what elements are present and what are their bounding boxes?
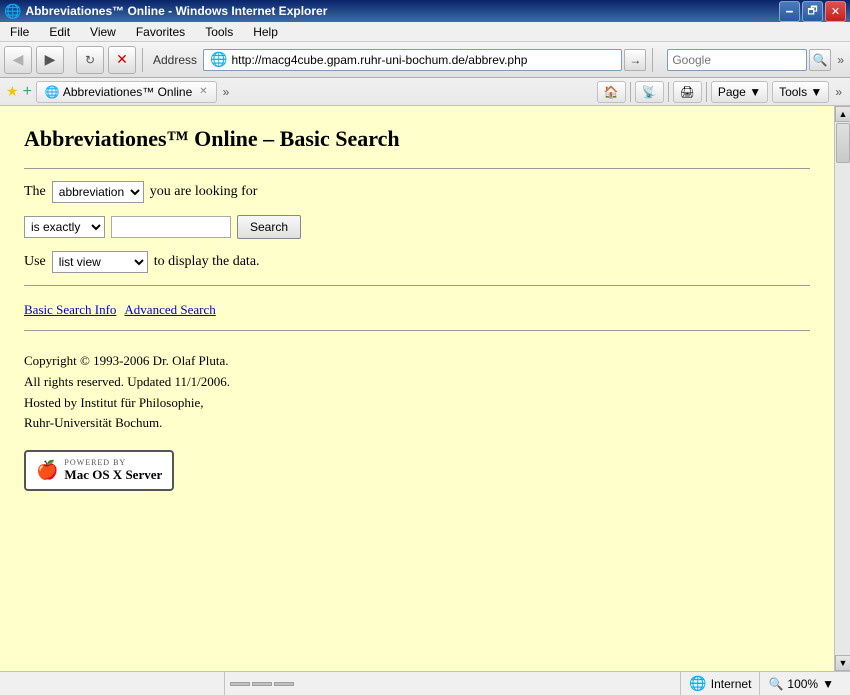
toolbar: ◀ ▶ ↻ ✕ Address 🌐 http://macg4cube.gpam.…: [0, 42, 850, 78]
zoom-icon: 🔍: [768, 677, 783, 691]
favorites-add-icon[interactable]: +: [23, 83, 32, 101]
copyright-line3: Hosted by Institut für Philosophie,: [24, 393, 810, 414]
powered-by-label: POWERED BY: [64, 458, 162, 467]
copyright-section: Copyright © 1993-2006 Dr. Olaf Pluta. Al…: [24, 351, 810, 434]
form-row-3: Use list view table view detailed view t…: [24, 251, 810, 273]
copyright-line1: Copyright © 1993-2006 Dr. Olaf Pluta.: [24, 351, 810, 372]
zone-label: Internet: [711, 677, 752, 691]
tab-favicon: 🌐: [45, 85, 60, 99]
links-row: Basic Search Info Advanced Search: [24, 302, 810, 318]
mac-os-badge: 🍎 POWERED BY Mac OS X Server: [24, 450, 174, 491]
search-button[interactable]: Search: [237, 215, 301, 239]
zoom-section[interactable]: 🔍 100% ▼: [760, 672, 842, 695]
use-label: Use: [24, 254, 46, 270]
toolbar-separator: [142, 48, 143, 72]
menu-bar: File Edit View Favorites Tools Help: [0, 22, 850, 42]
basic-search-info-link[interactable]: Basic Search Info: [24, 302, 116, 318]
rightbar-expand[interactable]: »: [833, 85, 844, 99]
rt-sep3: [706, 82, 707, 102]
page-button[interactable]: Page ▼: [711, 81, 768, 103]
looking-for-label: you are looking for: [150, 184, 258, 200]
scroll-thumb[interactable]: [836, 123, 850, 163]
favorites-star-icon[interactable]: ★: [6, 83, 19, 100]
print-button[interactable]: 🖨: [673, 81, 702, 103]
condition-select[interactable]: is exactly contains starts with ends wit…: [24, 216, 105, 238]
search-group: 🔍: [667, 49, 831, 71]
progress-seg2: [252, 682, 272, 686]
tab-close[interactable]: ✕: [199, 86, 207, 97]
rt-sep1: [630, 82, 631, 102]
menu-file[interactable]: File: [4, 23, 35, 41]
zoom-dropdown-icon: ▼: [822, 677, 834, 691]
tab-label: Abbreviationes™ Online: [63, 85, 192, 99]
address-bar-group: Address 🌐 http://macg4cube.gpam.ruhr-uni…: [149, 48, 646, 72]
menu-favorites[interactable]: Favorites: [130, 23, 191, 41]
menu-tools[interactable]: Tools: [199, 23, 239, 41]
advanced-search-link[interactable]: Advanced Search: [124, 302, 215, 318]
address-bar[interactable]: 🌐 http://macg4cube.gpam.ruhr-uni-bochum.…: [203, 49, 622, 71]
favorites-bar: ★ + 🌐 Abbreviationes™ Online ✕ » 🏠 📡 🖨 P…: [0, 78, 850, 106]
display-suffix: to display the data.: [154, 254, 260, 270]
title-bar: 🌐 Abbreviationes™ Online - Windows Inter…: [0, 0, 850, 22]
window-icon: 🌐: [4, 3, 21, 20]
zoom-value: 100%: [787, 677, 818, 691]
divider-bottom: [24, 330, 810, 331]
the-label: The: [24, 184, 46, 200]
forward-button[interactable]: ▶: [36, 46, 64, 74]
mac-product-label: Mac OS X Server: [64, 467, 162, 482]
go-button[interactable]: →: [624, 49, 646, 71]
toolbar-separator2: [652, 48, 653, 72]
feeds-button[interactable]: 📡: [635, 81, 664, 103]
scroll-down-button[interactable]: ▼: [835, 655, 850, 671]
page-title: Abbreviationes™ Online – Basic Search: [24, 126, 810, 152]
divider-mid: [24, 285, 810, 286]
vertical-scrollbar[interactable]: ▲ ▼: [834, 106, 850, 671]
browser-search-button[interactable]: 🔍: [809, 49, 831, 71]
scroll-up-button[interactable]: ▲: [835, 106, 850, 122]
close-button[interactable]: ✕: [825, 1, 846, 22]
favbar-expand[interactable]: »: [221, 85, 232, 99]
menu-help[interactable]: Help: [247, 23, 284, 41]
display-select[interactable]: list view table view detailed view: [52, 251, 148, 273]
form-row-2: is exactly contains starts with ends wit…: [24, 215, 810, 239]
address-url: http://macg4cube.gpam.ruhr-uni-bochum.de…: [231, 53, 527, 67]
copyright-line4: Ruhr-Universität Bochum.: [24, 413, 810, 434]
apple-logo-icon: 🍎: [36, 460, 58, 481]
zone-icon: 🌐: [689, 675, 706, 692]
scroll-track[interactable]: [835, 122, 850, 655]
home-button[interactable]: 🏠: [597, 81, 626, 103]
content-wrapper: Abbreviationes™ Online – Basic Search Th…: [0, 106, 850, 671]
stop-button[interactable]: ✕: [108, 46, 136, 74]
page-favicon: 🌐: [210, 51, 227, 68]
status-zone-section: 🌐 Internet: [680, 672, 760, 695]
progress-seg3: [274, 682, 294, 686]
form-row-1: The abbreviation expansion source you ar…: [24, 181, 810, 203]
menu-view[interactable]: View: [84, 23, 122, 41]
status-section-main: [8, 672, 225, 695]
page-content: Abbreviationes™ Online – Basic Search Th…: [0, 106, 834, 671]
window-title: Abbreviationes™ Online - Windows Interne…: [25, 4, 775, 18]
search-input[interactable]: [111, 216, 231, 238]
browser-search-input[interactable]: [667, 49, 807, 71]
rt-sep2: [668, 82, 669, 102]
refresh-button[interactable]: ↻: [76, 46, 104, 74]
progress-seg1: [230, 682, 250, 686]
back-button[interactable]: ◀: [4, 46, 32, 74]
field-select[interactable]: abbreviation expansion source: [52, 181, 144, 203]
maximize-button[interactable]: 🗗: [802, 1, 823, 22]
copyright-line2: All rights reserved. Updated 11/1/2006.: [24, 372, 810, 393]
tab-abbreviationes[interactable]: 🌐 Abbreviationes™ Online ✕: [36, 81, 217, 103]
badge-text: POWERED BY Mac OS X Server: [64, 458, 162, 483]
address-label: Address: [149, 53, 201, 67]
toolbar-expand[interactable]: »: [835, 53, 846, 67]
menu-edit[interactable]: Edit: [43, 23, 76, 41]
tools-button[interactable]: Tools ▼: [772, 81, 829, 103]
right-toolbar: 🏠 📡 🖨 Page ▼ Tools ▼ »: [597, 81, 844, 103]
divider-top: [24, 168, 810, 169]
minimize-button[interactable]: 🗕: [779, 1, 800, 22]
progress-area: [225, 682, 680, 686]
